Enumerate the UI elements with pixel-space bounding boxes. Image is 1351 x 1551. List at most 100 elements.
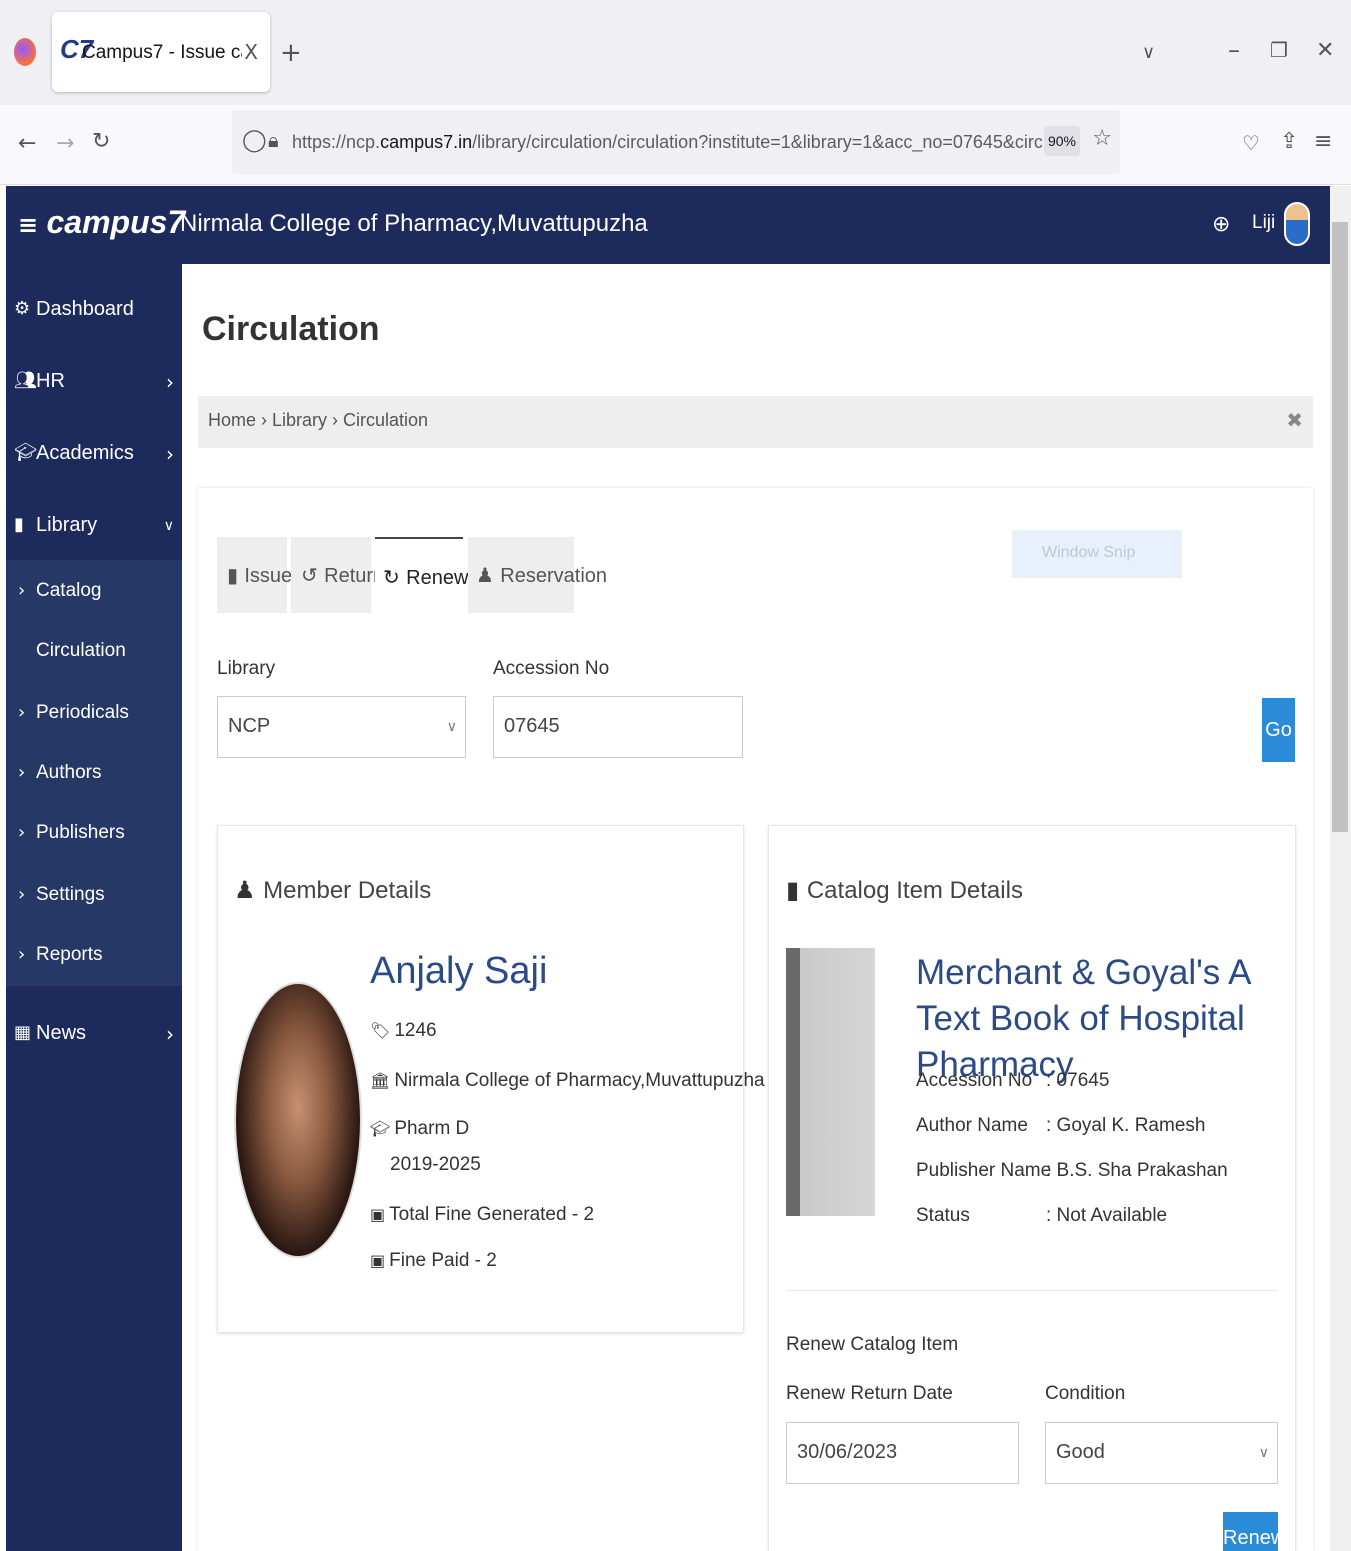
page-title: Circulation bbox=[202, 310, 380, 348]
tab-close-icon[interactable]: X bbox=[244, 40, 258, 64]
app-header: ≡ campus7 Nirmala College of Pharmacy,Mu… bbox=[6, 186, 1330, 264]
dashboard-icon: ⚙ bbox=[14, 298, 31, 319]
sidebar-item-library[interactable]: ▮ Library ∨ bbox=[6, 496, 182, 556]
scrollbar[interactable] bbox=[1330, 186, 1351, 1551]
divider bbox=[786, 1290, 1278, 1291]
browser-tab[interactable]: C7 Campus7 - Issue catalog to me X bbox=[52, 12, 270, 92]
close-icon[interactable]: ✖ bbox=[1286, 408, 1303, 432]
tab-issue[interactable]: ▮ Issue bbox=[217, 537, 292, 613]
url-text[interactable]: https://ncp.campus7.in/library/circulati… bbox=[292, 132, 1042, 153]
sidebar-item-settings[interactable]: › Settings bbox=[6, 868, 182, 924]
menu-icon[interactable]: ≡ bbox=[1314, 129, 1332, 154]
user-name[interactable]: Liji bbox=[1252, 212, 1275, 234]
restore-icon[interactable]: ❐ bbox=[1270, 38, 1288, 62]
reload-icon[interactable]: ↻ bbox=[92, 129, 110, 154]
accession-label: Accession No bbox=[493, 658, 610, 679]
minimize-icon[interactable]: – bbox=[1228, 36, 1240, 64]
undo-icon: ↺ bbox=[301, 563, 325, 587]
chevron-right-icon: › bbox=[18, 884, 26, 905]
renew-heading: Renew Catalog Item bbox=[786, 1334, 959, 1355]
breadcrumb: Home › Library › Circulation ✖ bbox=[198, 396, 1313, 448]
go-button[interactable]: Go bbox=[1262, 698, 1295, 762]
author-value: : Goyal K. Ramesh bbox=[1046, 1115, 1206, 1136]
tab-title: Campus7 - Issue catalog to me bbox=[82, 42, 242, 63]
accession-no-label: Accession No bbox=[916, 1070, 1033, 1091]
catalog-details-heading: ▮ Catalog Item Details bbox=[786, 876, 1023, 904]
help-icon[interactable]: ⊕ bbox=[1212, 212, 1230, 237]
sidebar-item-catalog[interactable]: › Catalog bbox=[6, 564, 182, 620]
institution-icon: 🏛︎ bbox=[370, 1071, 391, 1090]
scrollbar-thumb[interactable] bbox=[1332, 222, 1348, 832]
user-icon: ♟ bbox=[476, 563, 501, 587]
condition-select[interactable]: Good ∨ bbox=[1045, 1422, 1278, 1484]
book-title: Merchant & Goyal's A Text Book of Hospit… bbox=[916, 953, 1250, 1084]
money-icon: ▣ bbox=[370, 1205, 386, 1224]
chevron-down-icon: ∨ bbox=[163, 518, 174, 534]
sidebar-item-academics[interactable]: 🎓︎ Academics › bbox=[6, 424, 182, 484]
sidebar-item-publishers[interactable]: › Publishers bbox=[6, 806, 182, 862]
member-id: 🏷︎ 1246 bbox=[370, 1020, 437, 1041]
sidebar-item-news[interactable]: ▦ News › bbox=[6, 1004, 182, 1064]
sidebar-item-hr[interactable]: 👥︎ HR › bbox=[6, 352, 182, 412]
avatar[interactable] bbox=[1284, 202, 1310, 246]
graduation-cap-icon: 🎓︎ bbox=[370, 1119, 391, 1138]
sidebar-item-authors[interactable]: › Authors bbox=[6, 746, 182, 802]
star-icon[interactable]: ☆ bbox=[1092, 126, 1112, 151]
book-icon: ▮ bbox=[786, 876, 807, 904]
tab-reservation[interactable]: ♟ Reservation bbox=[468, 537, 607, 613]
sidebar-item-periodicals[interactable]: › Periodicals bbox=[6, 686, 182, 742]
status-label: Status bbox=[916, 1205, 970, 1226]
pocket-icon[interactable]: ♡ bbox=[1242, 131, 1260, 155]
status-value: : Not Available bbox=[1046, 1205, 1168, 1226]
refresh-icon: ↻ bbox=[383, 565, 407, 589]
library-select[interactable]: NCP ∨ bbox=[217, 696, 466, 758]
new-tab-button[interactable]: + bbox=[280, 38, 302, 68]
sidebar-item-circulation[interactable]: Circulation bbox=[6, 624, 182, 680]
renew-button[interactable]: Renew bbox=[1223, 1512, 1278, 1551]
accession-input[interactable]: 07645 bbox=[493, 696, 743, 758]
newspaper-icon: ▦ bbox=[14, 1022, 32, 1043]
renew-date-input[interactable]: 30/06/2023 bbox=[786, 1422, 1019, 1484]
url-bar[interactable]: ◯ 🔒︎ https://ncp.campus7.in/library/circ… bbox=[232, 110, 1120, 174]
condition-label: Condition bbox=[1045, 1383, 1126, 1404]
chevron-right-icon: › bbox=[18, 762, 26, 783]
shield-icon[interactable]: ◯ bbox=[242, 128, 267, 153]
chevron-right-icon: › bbox=[18, 944, 26, 965]
chevron-right-icon: › bbox=[166, 442, 174, 466]
sidebar-item-reports[interactable]: › Reports bbox=[6, 928, 182, 984]
college-name: Nirmala College of Pharmacy,Muvattupuzha bbox=[180, 210, 648, 237]
tab-list-icon[interactable]: ∨ bbox=[1142, 42, 1155, 63]
member-name: Anjaly Saji bbox=[370, 950, 548, 992]
tag-icon: 🏷︎ bbox=[370, 1021, 391, 1040]
member-fine-paid: ▣ Fine Paid - 2 bbox=[370, 1250, 497, 1271]
back-icon[interactable]: ← bbox=[18, 131, 36, 156]
users-icon: 👥︎ bbox=[14, 370, 37, 391]
accession-no-value: : 07645 bbox=[1046, 1070, 1110, 1091]
tab-renewal[interactable]: ↻ Renewal bbox=[375, 537, 484, 613]
browser-tab-bar: C7 Campus7 - Issue catalog to me X + ∨ –… bbox=[0, 0, 1351, 105]
breadcrumb-text[interactable]: Home › Library › Circulation bbox=[208, 410, 428, 431]
member-batch: 2019-2025 bbox=[390, 1154, 481, 1175]
library-label: Library bbox=[217, 658, 276, 679]
book-icon: ▮ bbox=[227, 563, 245, 587]
window-snip-overlay: Window Snip bbox=[1012, 530, 1182, 578]
book-cover-image bbox=[786, 948, 875, 1216]
chevron-right-icon: › bbox=[18, 702, 26, 723]
zoom-level-badge[interactable]: 90% bbox=[1044, 126, 1080, 156]
share-icon[interactable]: ⇪ bbox=[1280, 129, 1298, 154]
firefox-icon bbox=[14, 38, 36, 66]
member-details-heading: ♟ Member Details bbox=[234, 876, 432, 904]
money-icon: ▣ bbox=[370, 1251, 386, 1270]
sidebar-item-dashboard[interactable]: ⚙ Dashboard bbox=[6, 280, 182, 340]
close-window-icon[interactable]: ✕ bbox=[1316, 38, 1334, 63]
member-photo bbox=[234, 982, 362, 1258]
lock-icon[interactable]: 🔒︎ bbox=[268, 128, 279, 152]
tab-return[interactable]: ↺ Return bbox=[291, 537, 384, 613]
forward-icon[interactable]: → bbox=[56, 131, 74, 156]
hamburger-icon[interactable]: ≡ bbox=[18, 211, 46, 239]
graduation-cap-icon: 🎓︎ bbox=[14, 442, 37, 463]
chevron-right-icon: › bbox=[18, 580, 26, 601]
brand-logo[interactable]: ≡ campus7 bbox=[18, 204, 185, 241]
member-course: 🎓︎ Pharm D bbox=[370, 1118, 470, 1139]
chevron-right-icon: › bbox=[166, 1022, 174, 1046]
